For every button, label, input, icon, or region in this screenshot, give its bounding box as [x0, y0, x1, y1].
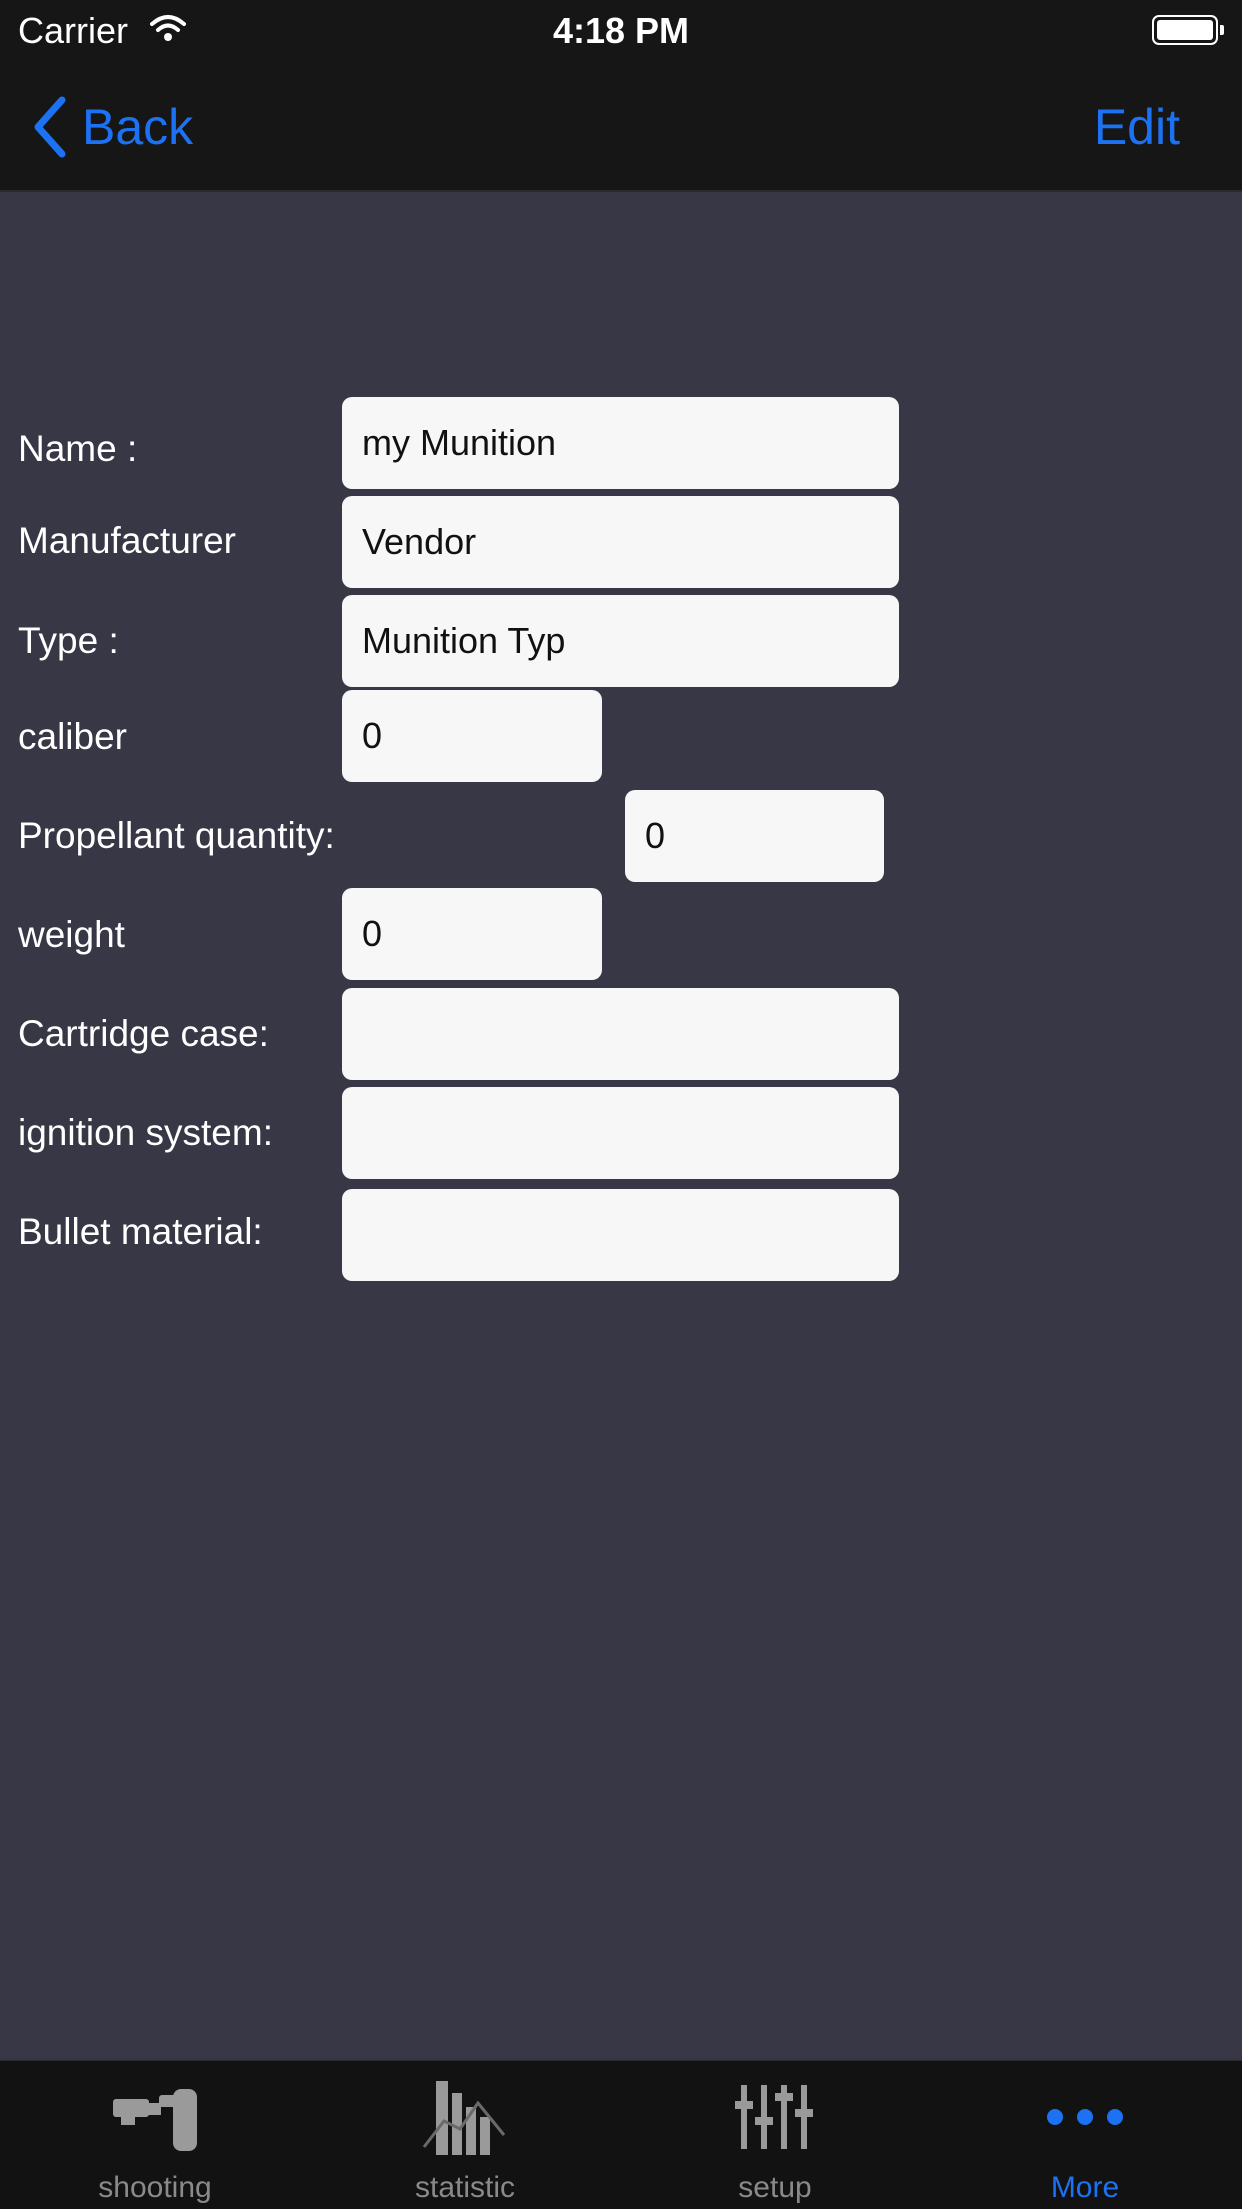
caliber-label: caliber — [18, 716, 127, 757]
tab-statistic[interactable]: statistic — [310, 2061, 620, 2209]
propellant-quantity-label: Propellant quantity: — [18, 815, 335, 856]
manufacturer-label: Manufacturer — [18, 520, 236, 561]
tab-setup[interactable]: setup — [620, 2061, 930, 2209]
edit-button[interactable]: Edit — [1094, 98, 1180, 156]
type-label: Type : — [18, 620, 119, 661]
tab-more[interactable]: More — [930, 2061, 1240, 2209]
tab-label: statistic — [414, 2171, 516, 2204]
name-label: Name : — [18, 428, 138, 469]
caliber-field[interactable]: 0 — [342, 690, 602, 782]
manufacturer-field[interactable]: Vendor — [342, 496, 899, 588]
tab-shooting[interactable]: shooting — [0, 2061, 310, 2209]
type-field[interactable]: Munition Typ — [342, 595, 899, 687]
navigation-bar: Back Edit — [0, 62, 1242, 192]
ignition-system-label: ignition system: — [18, 1112, 273, 1153]
status-bar: Carrier 4:18 PM — [0, 0, 1242, 62]
chart-icon — [310, 2077, 620, 2157]
bullet-material-field[interactable] — [342, 1189, 899, 1281]
back-button[interactable]: Back — [32, 96, 193, 158]
bullet-material-label: Bullet material: — [18, 1211, 263, 1252]
chevron-left-icon — [34, 96, 66, 158]
back-label: Back — [82, 99, 194, 155]
weight-field[interactable]: 0 — [342, 888, 602, 980]
cartridge-case-field[interactable] — [342, 988, 899, 1080]
pistol-icon — [0, 2077, 310, 2157]
cartridge-case-label: Cartridge case: — [18, 1013, 269, 1054]
battery-icon — [1152, 15, 1224, 45]
sliders-icon — [620, 2077, 930, 2157]
weight-label: weight — [18, 914, 125, 955]
tab-label: setup — [738, 2171, 812, 2204]
tab-label: More — [1050, 2171, 1120, 2204]
propellant-quantity-field[interactable]: 0 — [625, 790, 884, 882]
ignition-system-field[interactable] — [342, 1087, 899, 1179]
name-field[interactable]: my Munition — [342, 397, 899, 489]
status-time: 4:18 PM — [552, 10, 690, 51]
tab-label: shooting — [98, 2171, 212, 2204]
tab-bar: shooting statistic setup More — [0, 2060, 1242, 2209]
more-icon — [930, 2077, 1240, 2157]
